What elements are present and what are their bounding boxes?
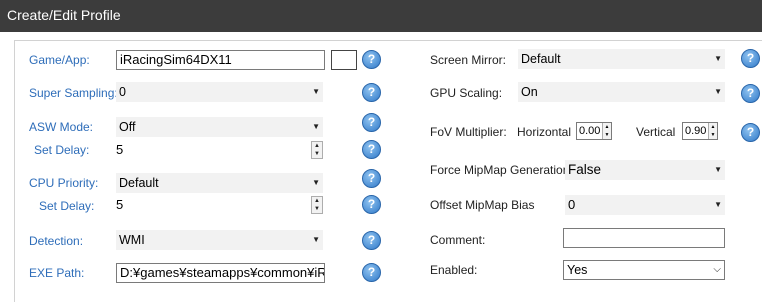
gpu-scaling-label: GPU Scaling: [430, 86, 503, 100]
gpu-scaling-dropdown[interactable]: On ▼ [518, 82, 725, 102]
dropdown-arrow-icon: ▼ [312, 122, 320, 131]
help-icon[interactable]: ? [362, 195, 381, 214]
fov-multiplier-label: FoV Multiplier: [430, 125, 507, 139]
detection-dropdown[interactable]: WMI ▼ [116, 230, 323, 250]
fov-horizontal-spin-buttons[interactable]: ▲ ▼ [602, 123, 611, 139]
help-icon[interactable]: ? [362, 263, 381, 282]
offset-mipmap-label: Offset MipMap Bias [430, 198, 535, 212]
fov-horizontal-value: 0.00 [579, 125, 601, 137]
chevron-down-icon: ⌵ [713, 264, 721, 275]
fov-vertical-value: 0.90 [685, 125, 707, 137]
fov-horizontal-stepper[interactable]: 0.00 ▲ ▼ [576, 122, 612, 140]
dropdown-arrow-icon: ▼ [714, 165, 722, 174]
color-swatch-box[interactable] [331, 50, 357, 70]
cpu-delay-stepper[interactable]: 5 ▲ ▼ [113, 195, 323, 215]
asw-delay-stepper[interactable]: 5 ▲ ▼ [113, 140, 323, 160]
help-icon[interactable]: ? [362, 231, 381, 250]
asw-mode-value: Off [119, 120, 136, 134]
asw-delay-label: Set Delay: [34, 143, 90, 157]
cpu-priority-dropdown[interactable]: Default ▼ [116, 173, 323, 193]
asw-delay-value: 5 [116, 142, 124, 157]
dropdown-arrow-icon: ▼ [312, 178, 320, 187]
help-icon[interactable]: ? [362, 113, 381, 132]
screen-mirror-dropdown[interactable]: Default ▼ [518, 49, 725, 69]
fov-vertical-label: Vertical [636, 125, 676, 139]
gpu-scaling-value: On [521, 85, 538, 99]
super-sampling-dropdown[interactable]: 0 ▼ [116, 82, 323, 102]
help-icon[interactable]: ? [362, 83, 381, 102]
help-icon[interactable]: ? [362, 50, 381, 69]
exe-path-label: EXE Path: [29, 266, 85, 280]
help-icon[interactable]: ? [741, 84, 760, 103]
detection-value: WMI [119, 233, 145, 247]
detection-label: Detection: [29, 234, 84, 248]
force-mipmap-dropdown[interactable]: False ▼ [565, 160, 725, 180]
offset-mipmap-dropdown[interactable]: 0 ▼ [565, 195, 725, 215]
asw-mode-label: ASW Mode: [29, 120, 94, 134]
cpu-priority-label: CPU Priority: [29, 176, 99, 190]
game-app-label: Game/App: [29, 53, 90, 67]
help-icon[interactable]: ? [362, 169, 381, 188]
screen-mirror-label: Screen Mirror: [430, 53, 507, 67]
help-icon[interactable]: ? [362, 140, 381, 159]
comment-input[interactable] [563, 228, 725, 248]
cpu-delay-spin-buttons[interactable]: ▲ ▼ [311, 196, 323, 214]
dropdown-arrow-icon: ▼ [714, 87, 722, 96]
game-app-input[interactable]: iRacingSim64DX11 [116, 50, 325, 70]
force-mipmap-value: False [568, 162, 602, 177]
dropdown-arrow-icon: ▼ [714, 200, 722, 209]
help-icon[interactable]: ? [741, 49, 760, 68]
screen-mirror-value: Default [521, 52, 561, 66]
help-icon[interactable]: ? [741, 123, 760, 142]
cpu-delay-label: Set Delay: [39, 199, 95, 213]
asw-delay-spin-buttons[interactable]: ▲ ▼ [311, 141, 323, 159]
cpu-delay-value: 5 [116, 197, 124, 212]
enabled-value: Yes [567, 263, 588, 277]
offset-mipmap-value: 0 [568, 197, 576, 212]
dropdown-arrow-icon: ▼ [312, 235, 320, 244]
exe-path-input[interactable]: D:¥games¥steamapps¥common¥iRa [116, 263, 325, 283]
asw-mode-dropdown[interactable]: Off ▼ [116, 117, 323, 137]
enabled-dropdown[interactable]: Yes ⌵ [563, 260, 725, 280]
dropdown-arrow-icon: ▼ [312, 87, 320, 96]
super-sampling-label: Super Sampling: [29, 86, 118, 100]
fov-vertical-spin-buttons[interactable]: ▲ ▼ [708, 123, 717, 139]
super-sampling-value: 0 [119, 85, 126, 99]
fov-vertical-stepper[interactable]: 0.90 ▲ ▼ [682, 122, 718, 140]
enabled-label: Enabled: [430, 263, 478, 277]
force-mipmap-label: Force MipMap Generation [430, 163, 570, 177]
comment-label: Comment: [430, 233, 486, 247]
fov-horizontal-label: Horizontal [517, 125, 572, 139]
cpu-priority-value: Default [119, 176, 159, 190]
dropdown-arrow-icon: ▼ [714, 54, 722, 63]
window-title: Create/Edit Profile [0, 0, 762, 32]
